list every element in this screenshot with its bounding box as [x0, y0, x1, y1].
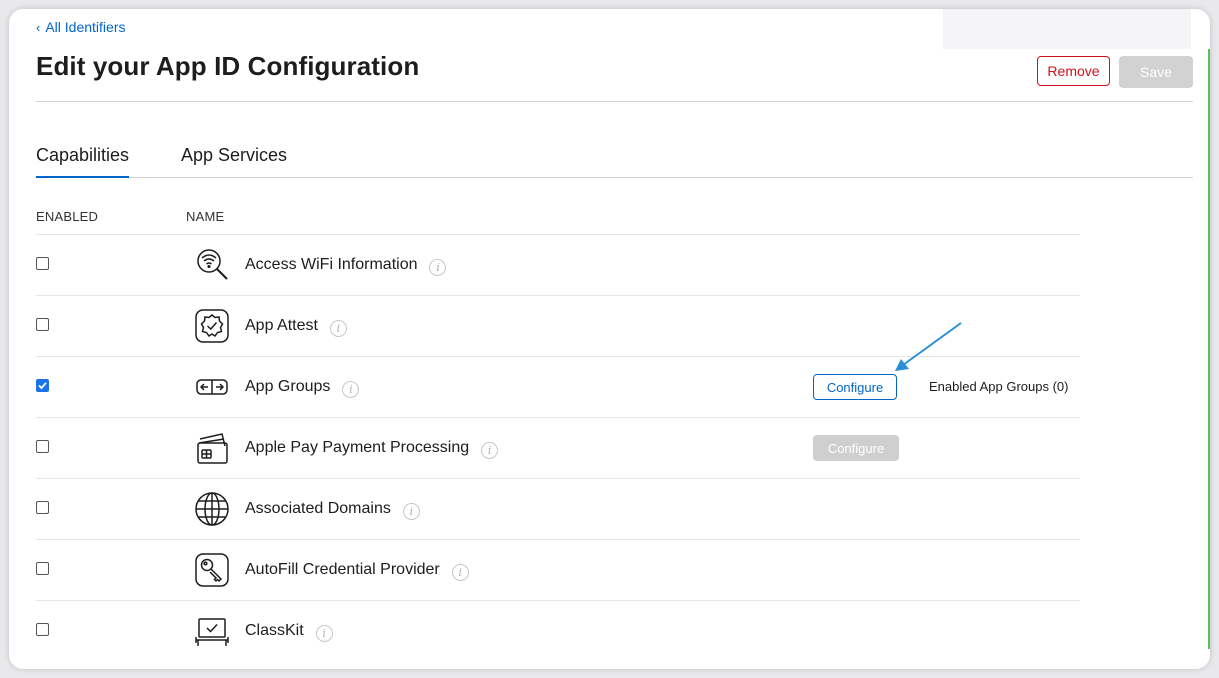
capability-label: AutoFill Credential Provider	[245, 561, 440, 578]
capability-label: Associated Domains	[245, 500, 391, 517]
classkit-icon	[194, 613, 230, 649]
callout-arrow-icon	[895, 322, 962, 371]
edge-accent	[1208, 49, 1210, 649]
table-row: AutoFill Credential Provider i	[36, 539, 1080, 600]
tab-app-services[interactable]: App Services	[181, 145, 287, 176]
app-groups-icon	[194, 369, 230, 405]
enable-checkbox[interactable]	[36, 501, 49, 514]
enable-checkbox[interactable]	[36, 623, 49, 636]
info-icon[interactable]: i	[342, 381, 360, 398]
capability-label: Access WiFi Information	[245, 256, 418, 273]
capability-name: Apple Pay Payment Processing i	[245, 439, 499, 459]
key-icon	[194, 552, 230, 588]
checkmark-icon	[38, 382, 47, 390]
globe-icon	[194, 491, 230, 527]
tab-bar: Capabilities App Services	[36, 145, 1193, 178]
chevron-left-icon: ‹	[36, 19, 41, 35]
top-placeholder	[943, 9, 1191, 49]
save-button[interactable]: Save	[1119, 56, 1193, 88]
info-icon[interactable]: i	[402, 503, 420, 520]
capability-label: App Attest	[245, 317, 318, 334]
capability-label: App Groups	[245, 378, 331, 395]
capability-name: Access WiFi Information i	[245, 256, 447, 276]
table-row: Associated Domains i	[36, 478, 1080, 539]
page-title: Edit your App ID Configuration	[36, 51, 420, 81]
capability-label: Apple Pay Payment Processing	[245, 439, 470, 456]
enable-checkbox[interactable]	[36, 379, 49, 392]
back-link-label: All Identifiers	[45, 19, 126, 35]
configure-apple-pay-button[interactable]: Configure	[813, 435, 899, 461]
info-icon[interactable]: i	[429, 259, 447, 276]
enable-checkbox[interactable]	[36, 257, 49, 270]
capability-name: App Groups i	[245, 378, 360, 398]
tab-capabilities[interactable]: Capabilities	[36, 145, 130, 178]
info-icon[interactable]: i	[329, 320, 347, 337]
column-header-name: NAME	[186, 209, 225, 224]
capability-name: AutoFill Credential Provider i	[245, 561, 469, 581]
table-row: Apple Pay Payment Processing i Configure	[36, 417, 1080, 478]
table-row: ClassKit i	[36, 600, 1080, 661]
enable-checkbox[interactable]	[36, 440, 49, 453]
capability-name: App Attest i	[245, 317, 347, 337]
app-id-config-panel: ‹ All Identifiers Edit your App ID Confi…	[9, 9, 1210, 669]
wifi-search-icon	[194, 247, 230, 283]
enable-checkbox[interactable]	[36, 318, 49, 331]
back-to-identifiers-link[interactable]: ‹ All Identifiers	[36, 19, 126, 35]
info-icon[interactable]: i	[481, 442, 499, 459]
badge-check-icon	[194, 308, 230, 344]
payment-card-icon	[194, 430, 230, 466]
info-icon[interactable]: i	[451, 564, 469, 581]
capability-name: ClassKit i	[245, 622, 333, 642]
enable-checkbox[interactable]	[36, 562, 49, 575]
table-row: Access WiFi Information i	[36, 234, 1080, 295]
capability-name: Associated Domains i	[245, 500, 420, 520]
column-header-enabled: ENABLED	[36, 209, 99, 224]
info-icon[interactable]: i	[315, 625, 333, 642]
capability-label: ClassKit	[245, 622, 304, 639]
capabilities-table: Access WiFi Information i App Attest i A…	[36, 234, 1080, 661]
enabled-app-groups-status: Enabled App Groups (0)	[929, 379, 1069, 394]
configure-app-groups-button[interactable]: Configure	[813, 374, 897, 400]
header-divider	[36, 101, 1193, 102]
remove-button[interactable]: Remove	[1037, 56, 1110, 86]
